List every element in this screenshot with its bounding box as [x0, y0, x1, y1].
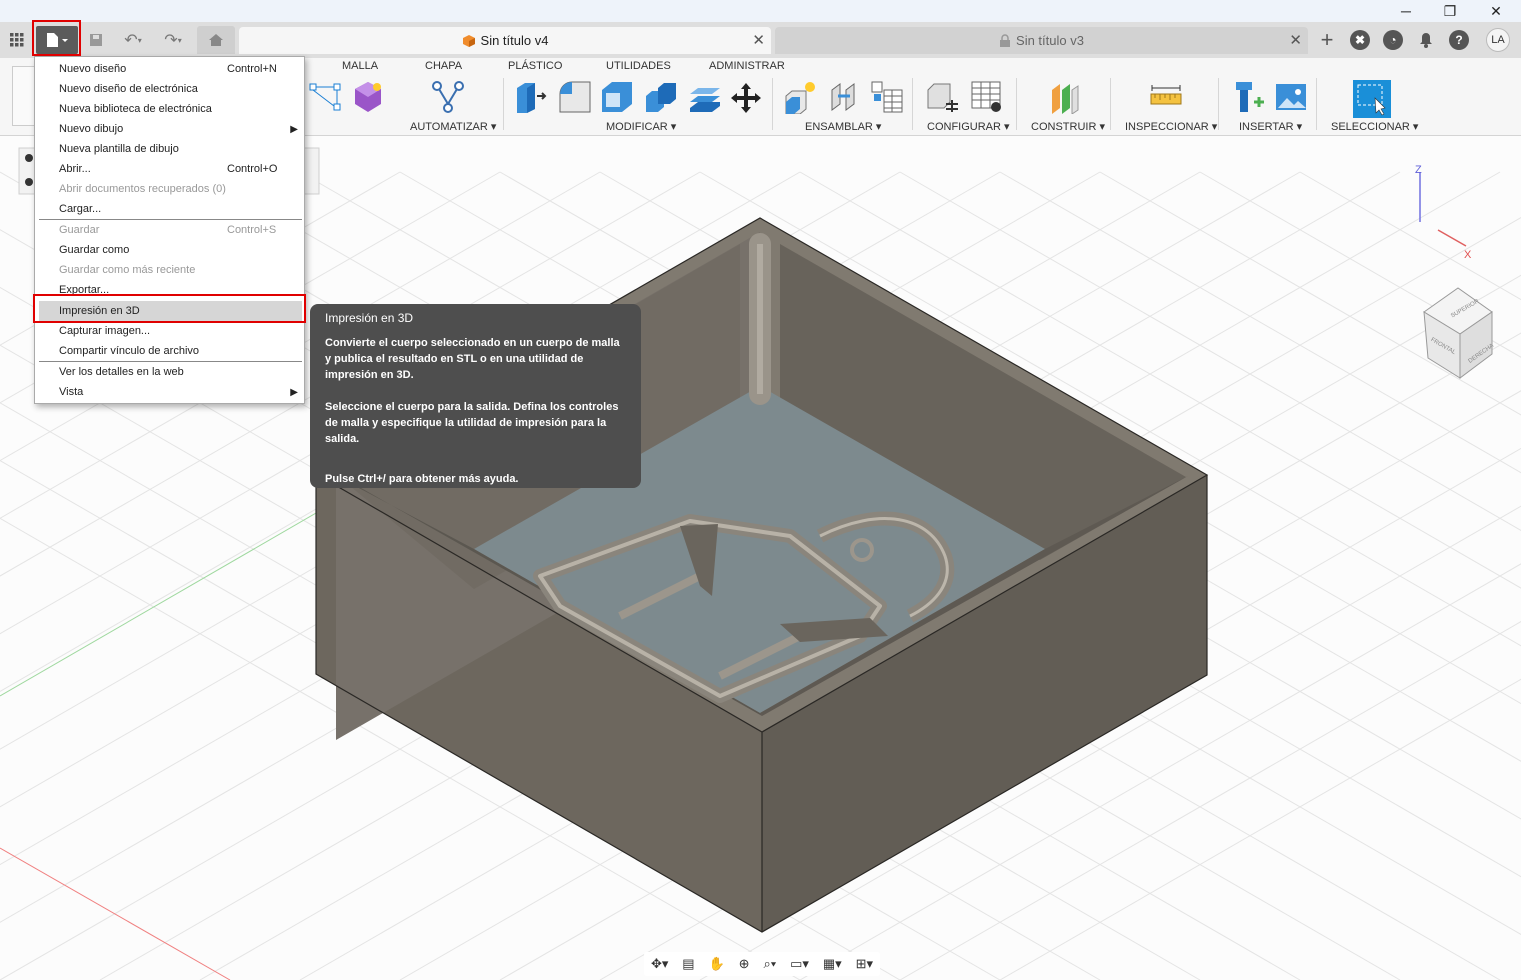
sketch-points-icon[interactable] — [309, 82, 341, 117]
menu-guardar-como[interactable]: Guardar como — [39, 240, 302, 260]
offset-plane-icon[interactable] — [1048, 80, 1082, 119]
new-tab-icon[interactable]: + — [1316, 26, 1338, 54]
tooltip-help-hint: Pulse Ctrl+/ para obtener más ayuda. — [325, 473, 519, 485]
group-modificar[interactable]: MODIFICAR ▾ — [606, 120, 676, 133]
press-pull-icon[interactable] — [514, 80, 548, 119]
tooltip-impresion-3d: Impresión en 3D Convierte el cuerpo sele… — [310, 304, 641, 488]
menu-nuevo-diseno-electronica[interactable]: Nuevo diseño de electrónica — [39, 79, 302, 99]
group-configurar[interactable]: CONFIGURAR ▾ — [927, 120, 1010, 133]
tab-chapa[interactable]: CHAPA — [425, 60, 462, 72]
tab-sin-titulo-v4[interactable]: Sin título v4 ✕ — [239, 27, 771, 54]
restore-button[interactable]: ❐ — [1427, 0, 1473, 22]
menu-vista[interactable]: Vista ▶ — [39, 382, 302, 402]
tab-administrar[interactable]: ADMINISTRAR — [709, 60, 785, 72]
new-component-icon[interactable] — [784, 80, 818, 119]
menu-compartir-vinculo[interactable]: Compartir vínculo de archivo — [39, 341, 302, 361]
tooltip-instructions: Seleccione el cuerpo para la salida. Def… — [325, 401, 619, 445]
navigation-bar: ✥▾ ▤ ✋ ⊕ ⌕▾ ▭▾ ▦▾ ⊞▾ — [644, 952, 880, 976]
joint-icon[interactable] — [828, 80, 862, 119]
menu-abrir-recuperados: Abrir documentos recuperados (0) — [59, 183, 226, 195]
display-settings-icon[interactable]: ▭▾ — [790, 956, 809, 972]
viewports-icon[interactable]: ⊞▾ — [856, 956, 873, 972]
undo-icon[interactable]: ↶ ▾ — [118, 26, 148, 54]
tab-row: ↶ ▾ ↷ ▾ Sin título v4 ✕ Sin título v3 ✕ + … — [0, 22, 1521, 58]
tooltip-description: Convierte el cuerpo seleccionado en un c… — [325, 337, 620, 381]
group-inspeccionar[interactable]: INSPECCIONAR ▾ — [1125, 120, 1217, 133]
group-seleccionar[interactable]: SELECCIONAR ▾ — [1331, 120, 1418, 133]
workspace-selector[interactable] — [12, 66, 36, 126]
offset-face-icon[interactable] — [688, 80, 722, 119]
menu-nuevo-diseno[interactable]: Nuevo diseño Control+N — [39, 59, 302, 79]
help-icon[interactable]: ? — [1449, 30, 1469, 50]
select-icon[interactable] — [1353, 80, 1391, 123]
group-ensamblar[interactable]: ENSAMBLAR ▾ — [805, 120, 881, 133]
minimize-button[interactable]: ─ — [1383, 0, 1429, 22]
zoom-icon[interactable]: ⊕ — [739, 956, 750, 972]
menu-guardar-como-mas-reciente: Guardar como más reciente — [59, 264, 196, 276]
close-window-button[interactable]: ✕ — [1473, 0, 1519, 22]
close-tab-icon[interactable]: ✕ — [1289, 31, 1302, 49]
highlight-impresion-3d — [33, 294, 306, 323]
tab-utilidades[interactable]: UTILIDADES — [606, 60, 671, 72]
job-status-icon[interactable]: ◔ — [1383, 30, 1403, 50]
zoom-window-icon[interactable]: ⌕▾ — [763, 956, 776, 972]
tab-label: Sin título v3 — [1016, 33, 1084, 48]
x-axis-label: X — [1464, 249, 1472, 261]
bill-of-materials-icon[interactable] — [870, 80, 904, 119]
look-at-icon[interactable]: ▤ — [682, 956, 694, 972]
notifications-icon[interactable] — [1416, 26, 1436, 54]
grid-settings-icon[interactable]: ▦▾ — [823, 956, 842, 972]
pan-icon[interactable]: ✋ — [709, 956, 725, 972]
automate-icon[interactable] — [431, 80, 465, 119]
configuration-table-icon[interactable] — [970, 80, 1004, 119]
submenu-arrow-icon: ▶ — [290, 386, 298, 398]
menu-nuevo-dibujo[interactable]: Nuevo dibujo ▶ — [39, 119, 302, 139]
menu-capturar-imagen[interactable]: Capturar imagen... — [39, 321, 302, 341]
menu-ver-detalles-web[interactable]: Ver los detalles en la web — [39, 362, 302, 382]
app-grid-icon[interactable] — [6, 26, 28, 54]
measure-icon[interactable] — [1150, 84, 1182, 113]
file-menu: Nuevo diseño Control+N Nuevo diseño de el… — [34, 56, 305, 404]
menu-cargar[interactable]: Cargar... — [39, 199, 302, 219]
highlight-file-button — [32, 20, 81, 56]
user-avatar[interactable]: LA — [1486, 28, 1510, 52]
tab-label: Sin título v4 — [480, 33, 549, 48]
menu-guardar: Guardar Control+S — [59, 224, 277, 236]
submenu-arrow-icon: ▶ — [290, 123, 298, 135]
tab-malla[interactable]: MALLA — [342, 60, 378, 72]
title-bar: ─ ❐ ✕ — [0, 0, 1521, 22]
tab-sin-titulo-v3[interactable]: Sin título v3 ✕ — [775, 27, 1308, 54]
group-construir[interactable]: CONSTRUIR ▾ — [1031, 120, 1105, 133]
menu-abrir[interactable]: Abrir... Control+O — [39, 159, 302, 179]
home-icon[interactable] — [197, 26, 235, 54]
change-parameters-icon[interactable] — [926, 80, 960, 119]
redo-icon[interactable]: ↷ ▾ — [158, 26, 188, 54]
tooltip-title: Impresión en 3D — [325, 311, 414, 325]
extensions-icon[interactable]: ✖ — [1350, 30, 1370, 50]
fillet-icon[interactable] — [558, 80, 592, 119]
lock-icon — [1000, 34, 1011, 47]
group-automatizar[interactable]: AUTOMATIZAR ▾ — [410, 120, 496, 133]
tab-plastico[interactable]: PLÁSTICO — [508, 60, 562, 72]
menu-nueva-plantilla-dibujo[interactable]: Nueva plantilla de dibujo — [39, 139, 302, 159]
orbit-icon[interactable]: ✥▾ — [651, 956, 668, 972]
menu-nueva-biblioteca-electronica[interactable]: Nueva biblioteca de electrónica — [39, 99, 302, 119]
insert-mcmaster-icon[interactable] — [1232, 80, 1266, 119]
combine-icon[interactable] — [644, 80, 678, 119]
shell-icon[interactable] — [600, 80, 634, 119]
close-tab-icon[interactable]: ✕ — [752, 31, 765, 49]
group-insertar[interactable]: INSERTAR ▾ — [1239, 120, 1302, 133]
save-icon[interactable] — [86, 26, 106, 54]
move-icon[interactable] — [730, 82, 762, 119]
form-icon[interactable] — [352, 80, 384, 119]
insert-image-icon[interactable] — [1274, 80, 1308, 119]
design-box-icon — [462, 34, 475, 47]
z-axis-label: Z — [1415, 164, 1422, 176]
